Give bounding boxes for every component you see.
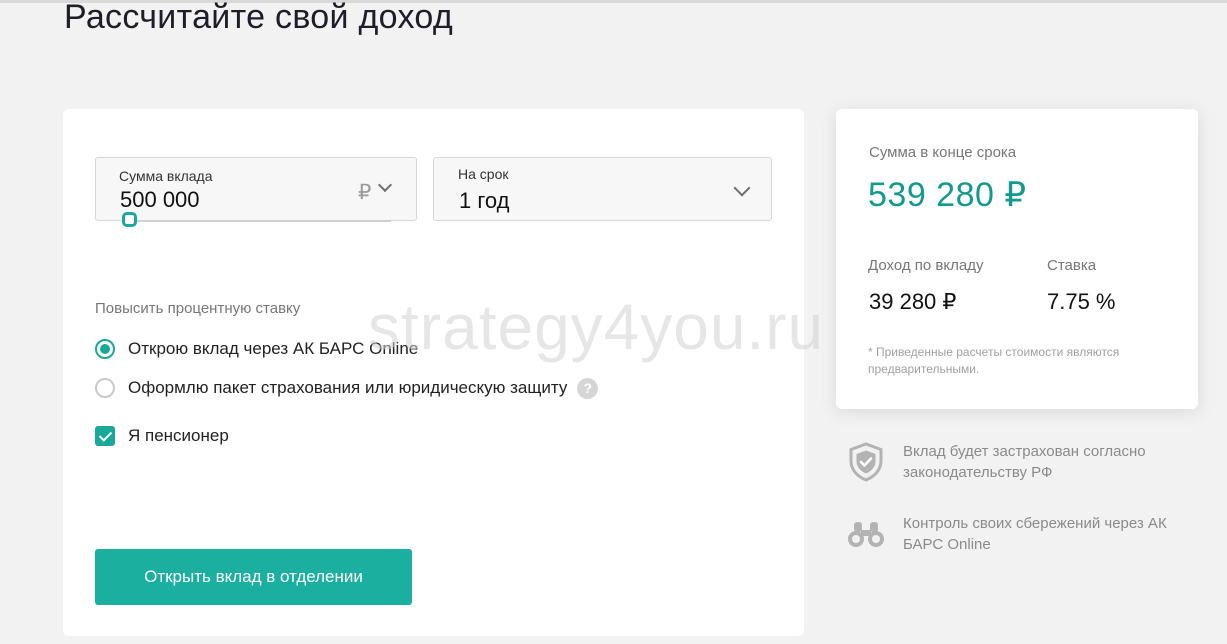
watermark-text: strategy4you.ru	[368, 291, 825, 363]
binoculars-icon	[848, 522, 884, 547]
chevron-down-icon[interactable]	[377, 177, 393, 193]
term-value: 1 год	[459, 188, 510, 213]
chevron-down-icon[interactable]	[733, 179, 751, 197]
open-deposit-button[interactable]: Открыть вклад в отделении	[95, 549, 412, 605]
help-icon[interactable]: ?	[577, 377, 599, 399]
deposit-sum-field[interactable]: Сумма вклада 500 000 ₽	[95, 157, 417, 221]
term-label: На срок	[458, 166, 509, 182]
page-title: Рассчитайте свой доход	[64, 0, 454, 36]
income-value: 39 280 ₽	[869, 289, 957, 314]
option-pensioner-label: Я пенсионер	[128, 426, 229, 445]
deposit-sum-label: Сумма вклада	[119, 168, 213, 184]
option-insurance-label: Оформлю пакет страхования или юридическу…	[128, 378, 568, 397]
deposit-sum-slider-track[interactable]	[125, 220, 391, 222]
total-value: 539 280 ₽	[868, 176, 1027, 214]
deposit-sum-value[interactable]: 500 000	[120, 187, 200, 213]
feature-control: Контроль своих сбережений через АК БАРС …	[845, 513, 1178, 555]
option-pensioner[interactable]: Я пенсионер	[95, 425, 229, 447]
result-card: Сумма в конце срока 539 280 ₽ Доход по в…	[836, 109, 1198, 409]
feature-insurance: Вклад будет застрахован согласно законод…	[845, 441, 1178, 483]
radio-online[interactable]	[95, 339, 115, 359]
option-insurance[interactable]: Оформлю пакет страхования или юридическу…	[95, 377, 599, 399]
income-label: Доход по вкладу	[868, 257, 984, 274]
calculator-form-card: Сумма вклада 500 000 ₽ На срок 1 год Пов…	[63, 109, 804, 636]
feature-insurance-text: Вклад будет застрахован согласно законод…	[903, 443, 1146, 481]
radio-insurance[interactable]	[95, 378, 115, 398]
term-select[interactable]: На срок 1 год	[433, 157, 772, 221]
raise-rate-label: Повысить процентную ставку	[95, 300, 301, 317]
rate-label: Ставка	[1047, 257, 1097, 274]
disclaimer-note: * Приведенные расчеты стоимости являются…	[868, 345, 1120, 376]
deposit-sum-slider-handle[interactable]	[122, 212, 137, 227]
ruble-icon: ₽	[358, 181, 372, 204]
checkbox-pensioner[interactable]	[95, 426, 115, 446]
total-label: Сумма в конце срока	[869, 144, 1017, 161]
shield-check-icon	[849, 442, 883, 482]
feature-control-text: Контроль своих сбережений через АК БАРС …	[903, 515, 1167, 553]
rate-value: 7.75 %	[1047, 289, 1116, 314]
